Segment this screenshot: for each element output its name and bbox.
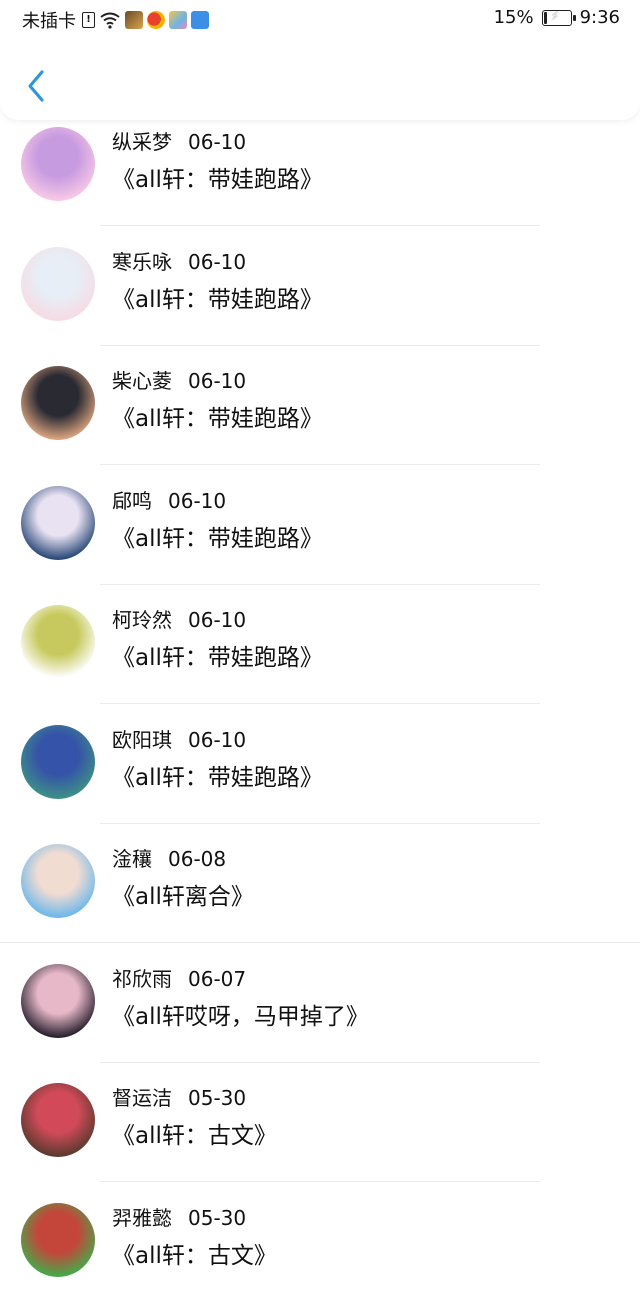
- work-title[interactable]: 《all轩：带娃跑路》: [112, 638, 323, 672]
- avatar[interactable]: [21, 605, 95, 679]
- back-button[interactable]: [22, 66, 52, 106]
- avatar[interactable]: [21, 963, 95, 1038]
- list-item[interactable]: 欧阳琪 06-10 《all轩：带娃跑路》: [0, 708, 640, 827]
- author-line: 郈鸣 06-10: [112, 485, 226, 514]
- list-item[interactable]: 祁欣雨 06-07 《all轩哎呀，马甲掉了》: [0, 947, 640, 1066]
- top-app-bar: 未插卡 ! 15% ⚡ 9:36: [0, 0, 640, 120]
- post-date: 05-30: [188, 1086, 247, 1110]
- work-title[interactable]: 《all轩：古文》: [112, 1236, 277, 1270]
- divider: [100, 1181, 540, 1182]
- post-date: 06-10: [188, 249, 247, 274]
- author-line: 欧阳琪 06-10: [112, 724, 246, 753]
- author-line: 羿雅懿 05-30: [112, 1202, 246, 1231]
- divider: [100, 822, 540, 824]
- wifi-icon: [100, 12, 120, 29]
- divider: [100, 1061, 540, 1063]
- post-date: 06-10: [188, 727, 247, 752]
- author-name[interactable]: 寒乐咏: [112, 250, 172, 274]
- app-notification-icon: [125, 11, 143, 29]
- work-title[interactable]: 《all轩：古文》: [112, 1116, 277, 1150]
- author-line: 寒乐咏 06-10: [112, 246, 246, 275]
- list-item[interactable]: 淦穰 06-08 《all轩离合》: [0, 827, 640, 946]
- clock: 9:36: [579, 7, 620, 28]
- battery-charging-icon: ⚡: [541, 9, 576, 26]
- post-date: 06-10: [188, 369, 247, 393]
- list-item[interactable]: 柴心菱 06-10 《all轩：带娃跑路》: [0, 349, 640, 468]
- divider: [100, 703, 540, 704]
- sim-alert-icon: !: [82, 12, 95, 28]
- post-date: 06-10: [168, 488, 227, 513]
- divider: [100, 225, 540, 226]
- work-title[interactable]: 《all轩：带娃跑路》: [112, 399, 323, 433]
- list-item[interactable]: 寒乐咏 06-10 《all轩：带娃跑路》: [0, 230, 640, 349]
- author-line: 纵采梦 06-10: [112, 126, 246, 155]
- author-name[interactable]: 督运洁: [112, 1086, 172, 1110]
- work-title[interactable]: 《all轩：带娃跑路》: [112, 160, 323, 194]
- chevron-left-icon: [28, 70, 44, 102]
- battery-percent: 15%: [493, 7, 534, 28]
- divider: [100, 344, 540, 346]
- author-name[interactable]: 祁欣雨: [112, 967, 172, 991]
- author-line: 柯玲然 06-10: [112, 604, 246, 633]
- post-date: 05-30: [188, 1205, 247, 1230]
- work-title[interactable]: 《all轩：带娃跑路》: [112, 280, 323, 314]
- divider: [100, 464, 540, 465]
- divider: [100, 583, 540, 585]
- author-name[interactable]: 郈鸣: [112, 489, 152, 513]
- post-date: 06-07: [188, 966, 247, 991]
- list-item[interactable]: 郈鸣 06-10 《all轩：带娃跑路》: [0, 469, 640, 588]
- work-title[interactable]: 《all轩：带娃跑路》: [112, 758, 323, 792]
- work-title[interactable]: 《all轩：带娃跑路》: [112, 519, 323, 553]
- post-date: 06-10: [188, 608, 247, 632]
- list-item[interactable]: 柯玲然 06-10 《all轩：带娃跑路》: [0, 588, 640, 707]
- weibo-icon: [147, 11, 165, 29]
- work-title[interactable]: 《all轩哎呀，马甲掉了》: [112, 997, 369, 1031]
- avatar[interactable]: [21, 1083, 95, 1157]
- avatar[interactable]: [21, 844, 95, 918]
- avatar[interactable]: [21, 246, 95, 321]
- app-notification-icon: [169, 11, 187, 29]
- post-date: 06-10: [188, 130, 247, 154]
- work-title[interactable]: 《all轩离合》: [112, 877, 254, 911]
- author-name[interactable]: 欧阳琪: [112, 728, 172, 752]
- list-item[interactable]: 纵采梦 06-10 《all轩：带娃跑路》: [0, 110, 640, 229]
- author-line: 柴心菱 06-10: [112, 365, 246, 394]
- author-name[interactable]: 羿雅懿: [112, 1206, 172, 1230]
- avatar[interactable]: [21, 127, 95, 201]
- author-name[interactable]: 纵采梦: [112, 130, 172, 154]
- author-line: 督运洁 05-30: [112, 1082, 246, 1111]
- list-item[interactable]: 羿雅懿 05-30 《all轩：古文》: [0, 1186, 640, 1305]
- post-date: 06-08: [168, 847, 227, 871]
- author-name[interactable]: 柯玲然: [112, 608, 172, 632]
- carrier-label: 未插卡: [22, 11, 76, 32]
- avatar[interactable]: [21, 1202, 95, 1277]
- status-bar: 未插卡 ! 15% ⚡ 9:36: [0, 0, 640, 40]
- list-item[interactable]: 督运洁 05-30 《all轩：古文》: [0, 1066, 640, 1185]
- avatar[interactable]: [21, 485, 95, 560]
- author-line: 祁欣雨 06-07: [112, 963, 246, 992]
- author-name[interactable]: 淦穰: [112, 847, 152, 871]
- author-line: 淦穰 06-08: [112, 843, 226, 872]
- avatar[interactable]: [21, 724, 95, 799]
- author-name[interactable]: 柴心菱: [112, 369, 172, 393]
- avatar[interactable]: [21, 366, 95, 440]
- divider: [0, 942, 640, 943]
- cloud-icon: [191, 11, 209, 29]
